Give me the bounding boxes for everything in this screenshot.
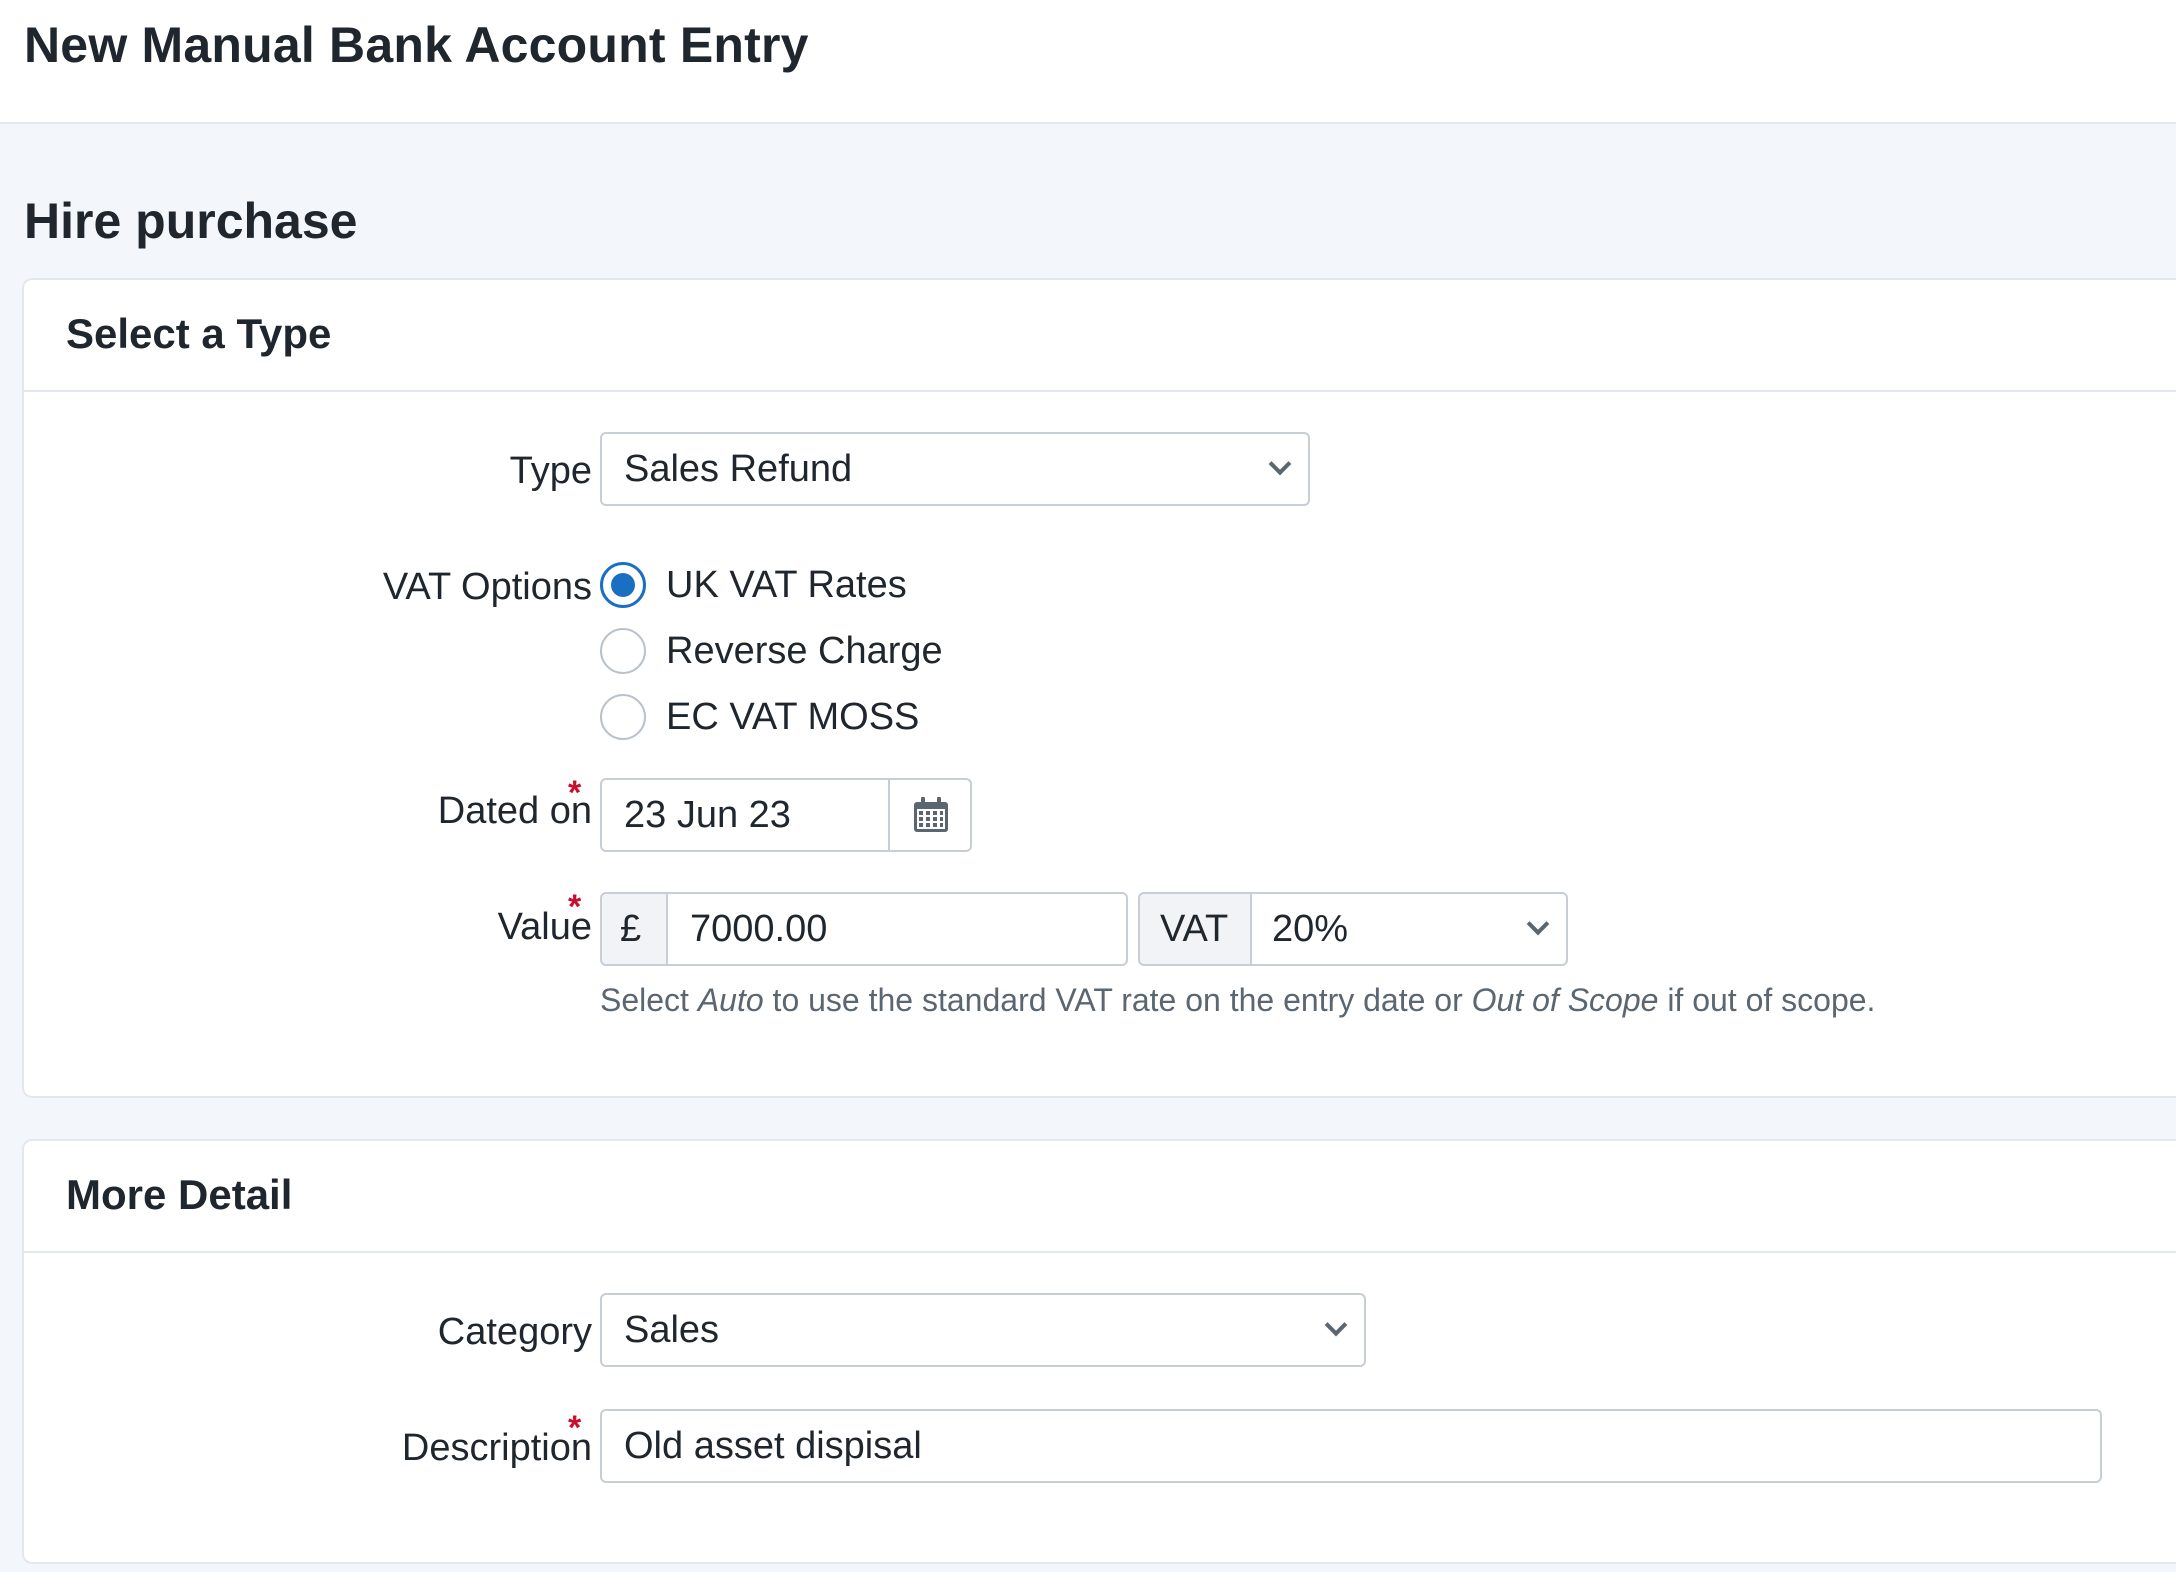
category-label: Category bbox=[437, 1311, 592, 1353]
dated-on-label: Dated on bbox=[437, 790, 592, 832]
dated-on-input[interactable]: 23 Jun 23 bbox=[600, 778, 890, 852]
description-value: Old asset dispisal bbox=[624, 1425, 922, 1467]
card-title: More Detail bbox=[66, 1171, 293, 1218]
radio-label: Reverse Charge bbox=[666, 630, 943, 672]
chevron-down-icon bbox=[1324, 1313, 1348, 1337]
radio-button[interactable] bbox=[600, 694, 646, 740]
type-label: Type bbox=[509, 450, 592, 492]
radio-button-checked[interactable] bbox=[600, 562, 646, 608]
hint-text: if out of scope. bbox=[1658, 982, 1876, 1018]
vat-rate-value: 20% bbox=[1272, 908, 1349, 950]
vat-options-label: VAT Options bbox=[382, 566, 592, 608]
calendar-button[interactable] bbox=[888, 778, 972, 852]
radio-label: UK VAT Rates bbox=[666, 564, 907, 606]
dated-on-value: 23 Jun 23 bbox=[624, 794, 791, 836]
type-select-value: Sales Refund bbox=[624, 448, 853, 490]
select-type-card: Select a Type Type Sales Refund VAT Opti… bbox=[22, 278, 2176, 1098]
page-header: New Manual Bank Account Entry bbox=[0, 0, 2176, 124]
chevron-down-icon bbox=[1526, 912, 1550, 936]
vat-rate-select[interactable]: 20% bbox=[1250, 892, 1568, 966]
vat-addon: VAT bbox=[1138, 892, 1252, 966]
required-marker: * bbox=[568, 1409, 582, 1447]
card-header: Select a Type bbox=[24, 280, 2176, 392]
card-header: More Detail bbox=[24, 1141, 2176, 1253]
description-input[interactable]: Old asset dispisal bbox=[600, 1409, 2102, 1483]
category-select[interactable]: Sales bbox=[600, 1293, 1366, 1367]
card-title: Select a Type bbox=[66, 310, 332, 357]
page-title: New Manual Bank Account Entry bbox=[24, 17, 809, 73]
value-label: Value bbox=[497, 906, 592, 948]
section-title: Hire purchase bbox=[24, 193, 358, 249]
required-marker: * bbox=[568, 774, 582, 812]
hint-text: Select bbox=[600, 982, 698, 1018]
calendar-icon bbox=[914, 797, 948, 832]
radio-button[interactable] bbox=[600, 628, 646, 674]
value-input[interactable]: 7000.00 bbox=[666, 892, 1128, 966]
hint-out-of-scope: Out of Scope bbox=[1471, 982, 1659, 1018]
more-detail-card: More Detail Category Sales Description *… bbox=[22, 1139, 2176, 1564]
hint-auto: Auto bbox=[697, 982, 764, 1018]
currency-addon: £ bbox=[600, 892, 668, 966]
chevron-down-icon bbox=[1268, 452, 1292, 476]
hint-text: to use the standard VAT rate on the entr… bbox=[763, 982, 1472, 1018]
radio-label: EC VAT MOSS bbox=[666, 696, 920, 738]
vat-addon-label: VAT bbox=[1160, 908, 1229, 950]
category-value: Sales bbox=[624, 1309, 720, 1351]
value-amount: 7000.00 bbox=[690, 908, 828, 950]
type-select[interactable]: Sales Refund bbox=[600, 432, 1310, 506]
vat-hint-text: Select Auto to use the standard VAT rate… bbox=[600, 982, 1875, 1019]
required-marker: * bbox=[568, 888, 582, 926]
currency-symbol: £ bbox=[620, 908, 642, 950]
description-label: Description bbox=[401, 1427, 592, 1469]
